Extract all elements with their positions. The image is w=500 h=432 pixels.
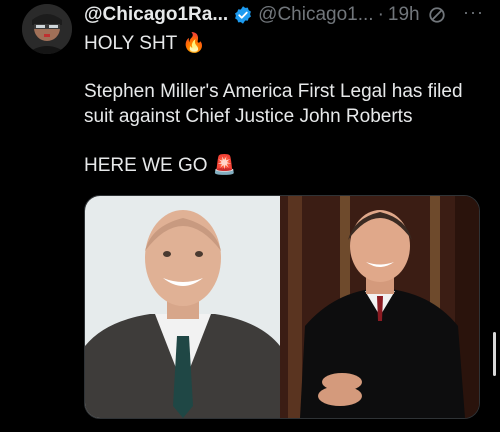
photo-stephen-miller[interactable] <box>85 196 280 418</box>
scrollbar[interactable] <box>493 332 496 376</box>
more-options-icon[interactable]: ··· <box>463 2 484 23</box>
tweet-text-line-4: HERE WE GO 🚨 <box>84 154 236 178</box>
photo-john-roberts[interactable] <box>280 196 479 418</box>
separator-dot: · <box>377 4 384 25</box>
avatar-image <box>22 4 72 54</box>
tweet-text-line-2: Stephen Miller's America First Legal has… <box>84 81 463 102</box>
tweet-text-line-1: HOLY SHT 🔥 <box>84 32 206 56</box>
display-name[interactable]: @Chicago1Ra... <box>84 4 228 26</box>
siren-emoji-icon: 🚨 <box>212 155 237 176</box>
timestamp[interactable]: 19h <box>388 4 420 26</box>
avatar[interactable] <box>22 4 72 54</box>
tweet-text-here-we-go: HERE WE GO <box>84 155 208 176</box>
fire-emoji-icon: 🔥 <box>182 33 206 54</box>
verified-badge-icon <box>233 5 253 25</box>
handle[interactable]: @Chicago1... <box>258 4 373 26</box>
media-attachment[interactable] <box>84 195 480 419</box>
tweet[interactable]: @Chicago1Ra... @Chicago1... · 19h ··· HO… <box>0 0 500 432</box>
no-symbol-icon <box>428 6 446 24</box>
tweet-text-holy: HOLY SHT <box>84 33 177 54</box>
tweet-text-line-3: suit against Chief Justice John Roberts <box>84 106 413 127</box>
tweet-header: @Chicago1Ra... @Chicago1... · 19h <box>84 3 494 27</box>
